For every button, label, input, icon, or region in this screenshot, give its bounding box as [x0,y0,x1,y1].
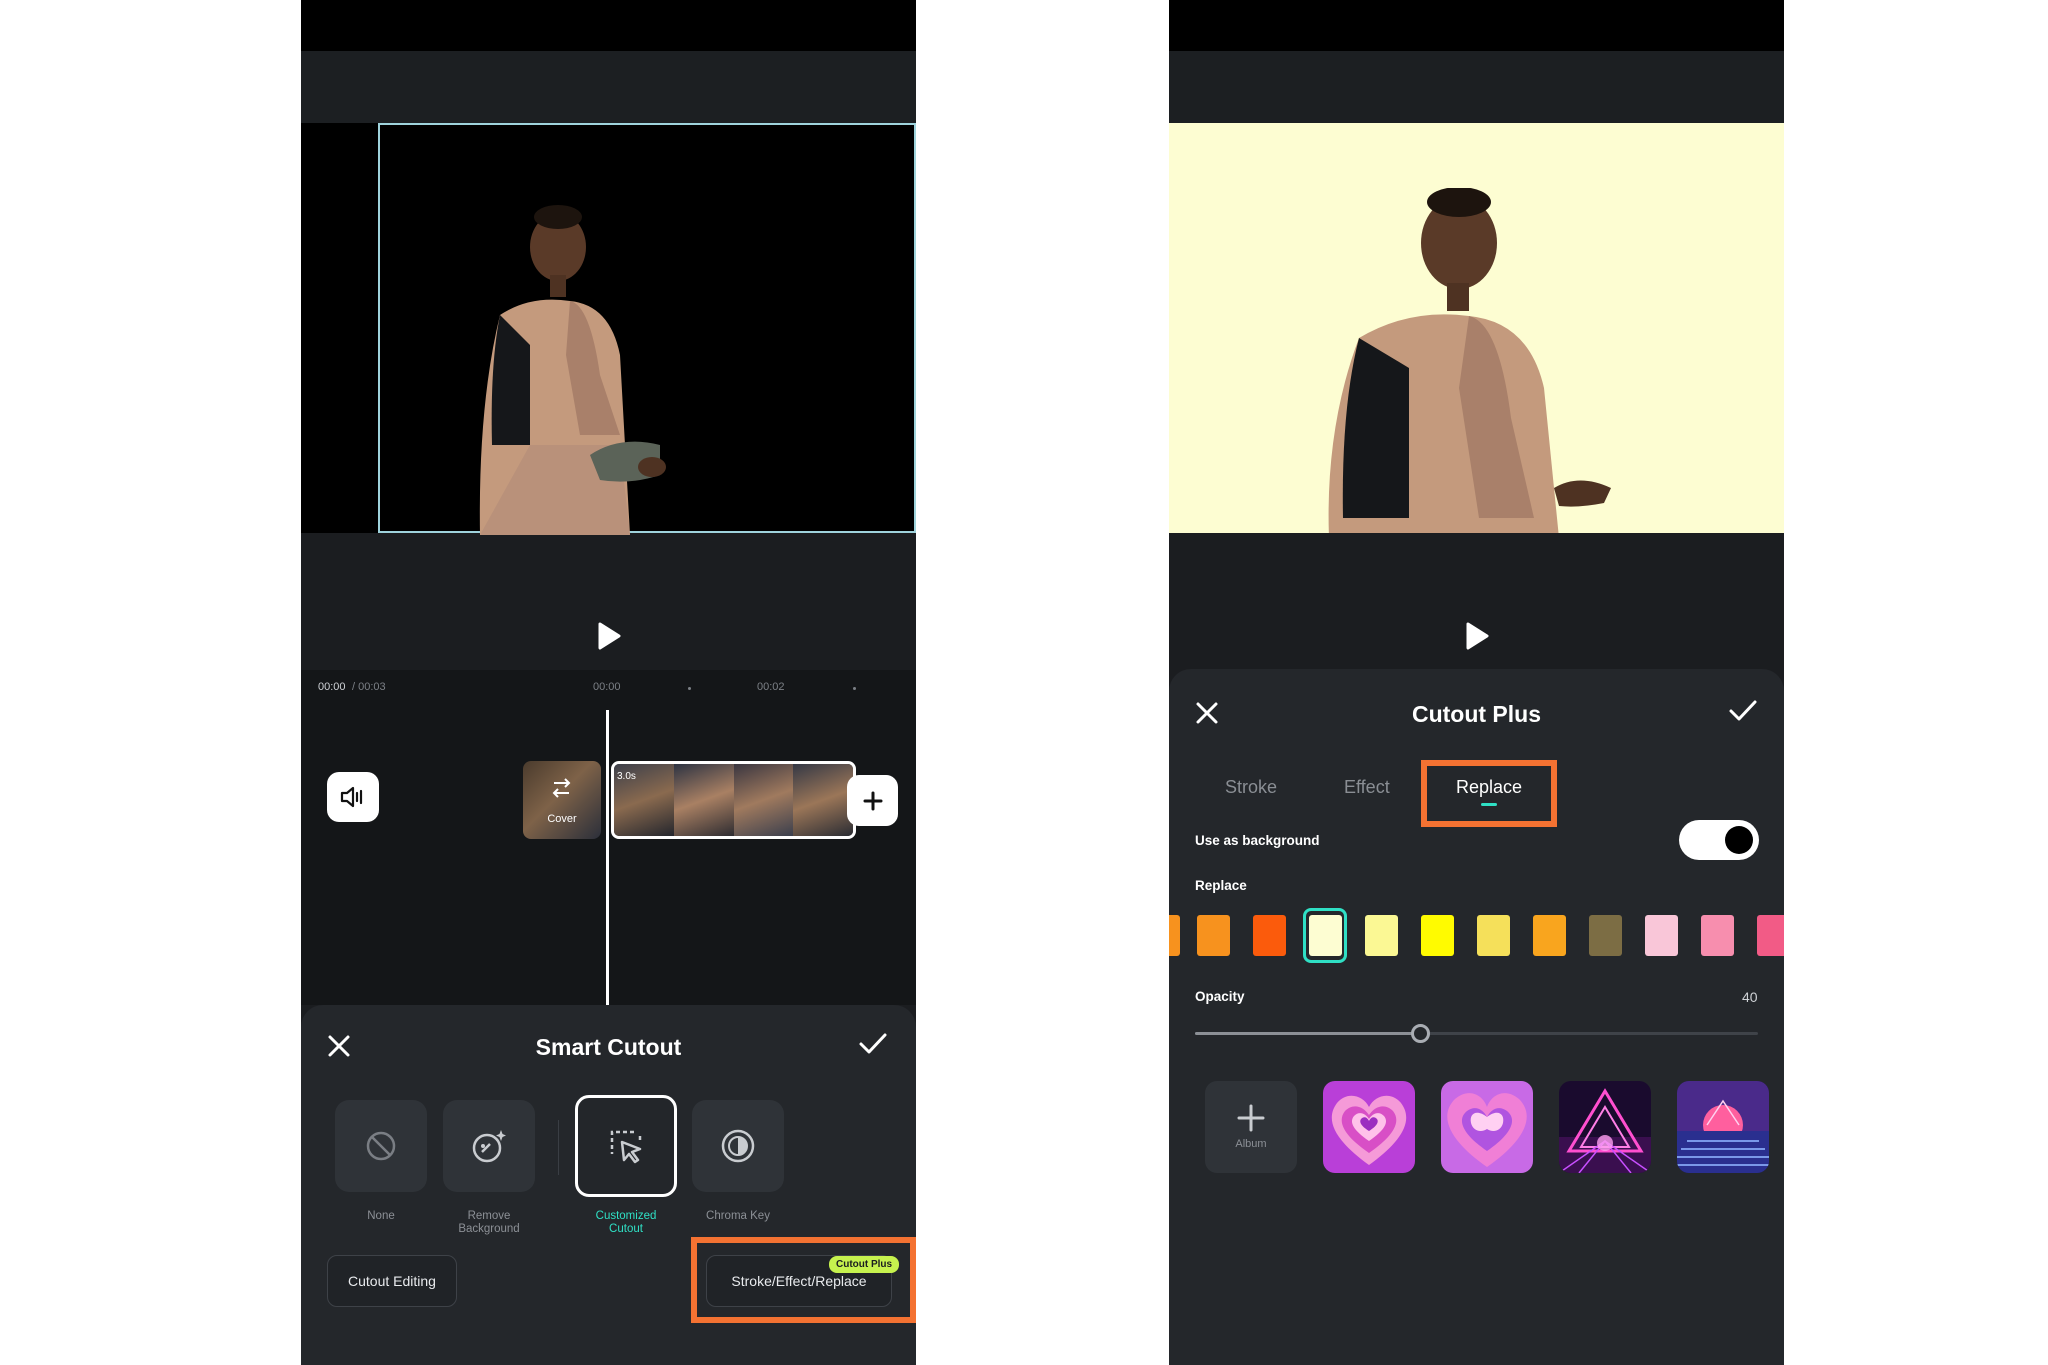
ruler-mark: 00:00 [593,681,621,693]
plus-icon [1237,1104,1265,1132]
tool-label: Chroma Key [706,1210,770,1222]
speaker-icon [340,786,363,808]
playhead[interactable] [606,710,609,1005]
top-bar [301,51,916,123]
use-as-background-toggle[interactable] [1679,820,1759,860]
sheet-title: Smart Cutout [535,1034,682,1060]
background-thumb-butterfly[interactable] [1441,1081,1533,1173]
album-button[interactable]: Album [1205,1081,1297,1173]
color-swatch[interactable] [1169,915,1180,956]
color-swatch-selected[interactable] [1309,915,1342,956]
plus-icon [863,791,882,810]
tool-remove-background-box[interactable] [443,1100,535,1192]
album-label: Album [1235,1138,1267,1150]
cover-label: Cover [547,813,577,825]
ruler-mark: 00:02 [757,681,785,693]
background-thumb-neon-sunset[interactable] [1677,1081,1769,1173]
opacity-label: Opacity [1195,989,1245,1004]
sheet-title: Cutout Plus [1411,701,1542,727]
tool-none-box[interactable] [335,1100,427,1192]
tool-chroma-key-box[interactable] [692,1100,784,1192]
clip-frame [673,764,734,836]
background-thumb-neon-triangle[interactable] [1559,1081,1651,1173]
phone-right: Cutout Plus Stroke Effect Replace Use as… [1169,0,1784,1365]
video-preview [1169,123,1784,533]
color-swatch[interactable] [1421,915,1454,956]
person-cutout-image [479,205,666,535]
butterfly-heart-image [1441,1081,1533,1173]
color-swatch[interactable] [1365,915,1398,956]
tool-label: Remove Background [458,1210,520,1235]
color-swatch[interactable] [1757,915,1784,956]
tab-stroke[interactable]: Stroke [1225,777,1277,798]
color-swatch[interactable] [1645,915,1678,956]
color-swatch[interactable] [1589,915,1622,956]
clip-frame [793,764,853,836]
selected-layer-frame[interactable] [378,123,916,535]
use-as-background-label: Use as background [1195,833,1320,848]
heart-tunnel-image [1323,1081,1415,1173]
chroma-key-icon [721,1129,755,1163]
cursor-select-icon [610,1130,646,1164]
tool-remove-background[interactable]: Remove Background [443,1100,535,1236]
tool-label: Customized Cutout [595,1210,657,1235]
color-swatch[interactable] [1533,915,1566,956]
clip-frame [733,764,794,836]
toggle-knob [1725,826,1753,854]
tool-customized-cutout-box[interactable] [575,1095,677,1197]
clip-duration: 3.0s [617,771,636,782]
tool-divider [558,1120,559,1175]
confirm-icon[interactable] [1728,699,1758,723]
ruler-dot [853,687,856,690]
color-swatch[interactable] [1253,915,1286,956]
current-time: 00:00 [318,681,346,693]
opacity-slider-fill [1195,1032,1421,1035]
play-icon[interactable] [1465,622,1489,650]
tool-customized-cutout[interactable]: Customized Cutout [575,1095,677,1236]
neon-sunset-image [1677,1081,1769,1173]
phone-left: 00:00 / 00:03 00:00 00:02 Cover 3.0s Sma… [301,0,916,1365]
top-bar [1169,51,1784,123]
swap-icon [552,778,571,798]
prohibit-icon [366,1131,396,1161]
status-bar [301,0,916,51]
add-clip-button[interactable] [847,775,898,826]
neon-triangle-image [1559,1081,1651,1173]
ruler-dot [688,687,691,690]
tool-none[interactable]: None [335,1100,427,1223]
background-thumb-pink-heart[interactable] [1323,1081,1415,1173]
opacity-value: 40 [1742,989,1758,1005]
color-swatch[interactable] [1477,915,1510,956]
replace-label: Replace [1195,878,1247,893]
confirm-icon[interactable] [858,1032,888,1056]
status-bar [1169,0,1784,51]
highlight-box [691,1237,916,1323]
color-swatch[interactable] [1197,915,1230,956]
cutout-editing-button[interactable]: Cutout Editing [327,1255,457,1307]
opacity-slider[interactable] [1195,1024,1758,1043]
total-time: / 00:03 [352,681,386,693]
tool-label: None [367,1210,395,1222]
tab-effect[interactable]: Effect [1344,777,1390,798]
magic-wand-icon [472,1130,506,1163]
video-clip[interactable] [611,761,856,839]
person-cutout-image [1328,188,1611,533]
audio-toggle-button[interactable] [327,772,379,822]
highlight-box [1421,760,1557,827]
play-icon[interactable] [597,622,621,650]
tool-chroma-key[interactable]: Chroma Key [692,1100,784,1223]
color-swatch[interactable] [1701,915,1734,956]
cover-button[interactable]: Cover [523,761,601,839]
